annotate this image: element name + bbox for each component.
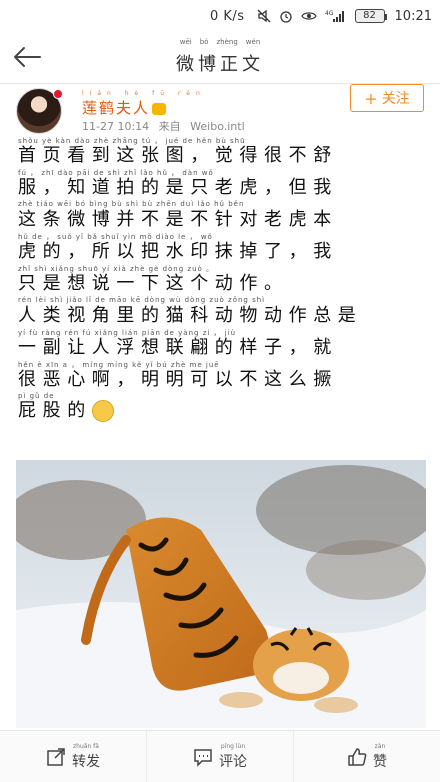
plus-icon: + — [364, 88, 378, 108]
mute-icon — [257, 9, 271, 23]
source-label: 来自 — [158, 120, 181, 133]
post-time: 11-27 10:14 — [82, 120, 150, 133]
username-pinyin: lián hè fū rén — [82, 90, 206, 97]
follow-label: 关注 — [381, 91, 410, 107]
comment-icon — [194, 748, 212, 767]
vip-badge-icon — [152, 103, 167, 115]
post-meta: 11-27 10:14 来自 Weibo.intl — [82, 118, 251, 134]
title-pinyin: wēi bó zhèng wén — [179, 38, 261, 46]
post-line: pì gǔ de 屁股的 — [18, 392, 424, 422]
repost-pinyin: zhuǎn fā — [73, 742, 99, 750]
page-header: wēi bó zhèng wén 微博正文 — [0, 32, 440, 84]
post-source[interactable]: Weibo.intl — [190, 120, 244, 133]
follow-button[interactable]: + 关注 — [350, 84, 424, 112]
signal-icon: 4G — [325, 9, 347, 23]
network-speed: 0 K/s — [209, 8, 245, 24]
post-image[interactable] — [16, 460, 426, 728]
like-label: 赞 — [373, 753, 387, 770]
comment-button[interactable]: píng lùn 评论 — [146, 731, 293, 782]
post-line: zhǐ shì xiǎng shuō yí xià zhè gè dòng zu… — [18, 265, 289, 294]
clock: 10:21 — [394, 8, 432, 24]
page-title-block: wēi bó zhèng wén 微博正文 — [0, 38, 440, 76]
thumbs-up-icon — [348, 747, 367, 766]
action-bar: zhuǎn fā 转发 píng lùn 评论 zàn 赞 — [0, 730, 440, 782]
tiger-photo — [16, 460, 426, 728]
status-bar: 0 K/s 4G 82 10:21 — [0, 0, 440, 32]
username-text: 莲鹤夫人 — [82, 99, 151, 117]
post-line: yí fù ràng rén fú xiǎng lián piān de yàn… — [18, 329, 338, 358]
repost-button[interactable]: zhuǎn fā 转发 — [0, 731, 146, 782]
eye-icon — [300, 10, 317, 22]
battery-icon: 82 — [354, 9, 387, 23]
comment-pinyin: píng lùn — [220, 742, 246, 750]
post-line: shǒu yè kàn dào zhè zhāng tú ， jué de hě… — [18, 137, 338, 166]
post-line: hǔ de ， suǒ yǐ bǎ shuǐ yìn mǒ diào le ， … — [18, 233, 338, 262]
username[interactable]: lián hè fū rén 莲鹤夫人 — [82, 90, 206, 118]
battery-level: 82 — [363, 10, 376, 21]
comment-label: 评论 — [219, 753, 247, 770]
alarm-icon — [279, 9, 293, 23]
like-button[interactable]: zàn 赞 — [293, 731, 440, 782]
signal-type-label: 4G — [325, 10, 334, 17]
repost-icon — [47, 747, 65, 766]
thinking-emoji-icon — [91, 400, 114, 422]
post-line: zhè tiáo wēi bó bìng bù shì bù zhēn duì … — [18, 200, 338, 230]
repost-label: 转发 — [72, 753, 100, 770]
post-line: rén lèi shì jiǎo lǐ de māo kē dòng wù dò… — [18, 296, 363, 326]
author-row: lián hè fū rén 莲鹤夫人 11-27 10:14 来自 Weibo… — [0, 84, 440, 136]
page-title: 微博正文 — [176, 54, 264, 75]
post-line: hěn è xīn a ， míng míng kě yǐ bú zhè me … — [18, 361, 338, 390]
post-body: shǒu yè kàn dào zhè zhāng tú ， jué de hě… — [18, 136, 424, 424]
like-pinyin: zàn — [374, 742, 386, 750]
notification-dot — [53, 89, 63, 99]
post-line: fú ， zhī dào pāi de shì zhǐ lǎo hǔ ， dàn… — [18, 169, 338, 198]
avatar[interactable] — [16, 88, 63, 134]
